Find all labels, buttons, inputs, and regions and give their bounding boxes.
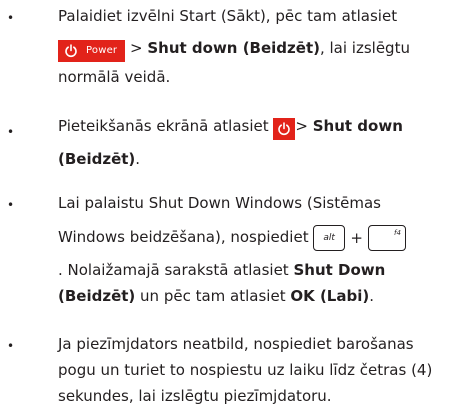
start-power-button-image: Power xyxy=(58,40,126,62)
text-line: normālā veidā. xyxy=(58,68,171,86)
text-span: , lai izslēgtu xyxy=(319,39,410,57)
bold-text: (Beidzēt) xyxy=(58,286,136,305)
separator: > xyxy=(295,117,313,135)
text-span: Windows beidzēšana), nospiediet xyxy=(58,228,309,246)
power-icon xyxy=(278,122,291,136)
text-span: . Nolaižamajā sarakstā atlasiet xyxy=(58,260,294,279)
text-span: Pieteikšanās ekrānā atlasiet xyxy=(58,117,274,135)
bold-text: (Beidzēt) xyxy=(58,150,136,168)
text-line: pogu un turiet to nospiestu uz laiku līd… xyxy=(58,361,433,379)
text-line: Ja piezīmjdators neatbild, nospiediet ba… xyxy=(58,335,414,353)
text-span: . xyxy=(135,150,141,168)
bullet: • xyxy=(7,125,15,139)
text-span: . xyxy=(369,286,374,305)
text-line: sekundes, lai izslēgtu piezīmjdatoru. xyxy=(58,387,332,405)
text-span: un pēc tam atlasiet xyxy=(135,286,291,305)
text-line: Lai palaistu Shut Down Windows (Sistēmas xyxy=(58,194,381,212)
power-label: Power xyxy=(86,45,118,56)
alt-key: alt xyxy=(313,224,346,251)
plus-sign: + xyxy=(350,228,363,247)
text-line: (Beidzēt). xyxy=(58,146,462,172)
power-button-image xyxy=(273,118,296,140)
item-text: Palaidiet izvēlni Start (Sākt), pēc tam … xyxy=(58,3,462,90)
key-label: f4 xyxy=(394,228,401,237)
bold-text: OK (Labi) xyxy=(290,286,370,305)
text-line: Windows beidzēšana), nospiediet alt + f4 xyxy=(58,224,462,251)
f4-key: f4 xyxy=(367,224,406,251)
bold-text: Shut Down xyxy=(293,260,386,279)
text-line: Palaidiet izvēlni Start (Sākt), pēc tam … xyxy=(58,7,398,25)
text-line: Power > Shut down (Beidzēt), lai izslēgt… xyxy=(58,35,462,62)
power-icon xyxy=(65,44,77,58)
text-line: Pieteikšanās ekrānā atlasiet > Shut down xyxy=(58,113,462,140)
bullet: • xyxy=(7,11,15,25)
bold-text: Shut down (Beidzēt) xyxy=(147,39,320,57)
text-line: (Beidzēt) un pēc tam atlasiet OK (Labi). xyxy=(58,283,462,309)
bullet: • xyxy=(7,339,15,353)
text-line: . Nolaižamajā sarakstā atlasiet Shut Dow… xyxy=(58,257,462,283)
bullet: • xyxy=(7,198,15,212)
item-text: Ja piezīmjdators neatbild, nospiediet ba… xyxy=(58,331,462,409)
bold-text: Shut down xyxy=(312,117,403,135)
item-text: Lai palaistu Shut Down Windows (Sistēmas… xyxy=(58,190,462,309)
item-text: Pieteikšanās ekrānā atlasiet > Shut down… xyxy=(58,113,462,172)
separator: > xyxy=(125,39,148,57)
key-label: alt xyxy=(323,232,335,243)
